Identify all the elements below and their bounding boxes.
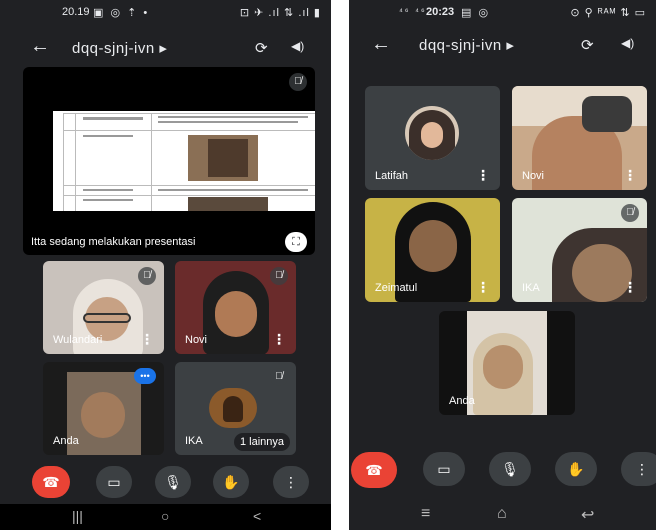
phone-hangup-icon: ☎: [365, 462, 383, 478]
mic-off-icon: 🎙̸: [621, 204, 639, 222]
status-bar: ⁴⁶ ⁴⁶ 20:23 ▤ ◎ ⊙ ⚲ ᴿᴬᴹ ⇅ ▭: [349, 0, 656, 24]
microphone-icon: 🎙: [501, 461, 519, 477]
more-options-icon[interactable]: ⋮: [140, 331, 154, 348]
participant-tile-latifah[interactable]: Latifah ⋮: [365, 86, 500, 190]
phone-screen-right: ⁴⁶ ⁴⁶ 20:23 ▤ ◎ ⊙ ⚲ ᴿᴬᴹ ⇅ ▭ ← dqq-sjnj-i…: [349, 0, 656, 530]
glasses: [83, 313, 131, 323]
mic-off-icon: 🎙̸: [138, 267, 156, 285]
fullscreen-icon[interactable]: ⛶: [285, 232, 307, 252]
home-icon[interactable]: ○: [161, 508, 169, 524]
participant-name: Wulandari: [53, 334, 103, 346]
shared-document: [23, 111, 315, 255]
hand-icon: ✋: [567, 461, 585, 477]
system-nav-bar: ||| ○ <: [0, 504, 331, 530]
participant-tile-zeimatul[interactable]: Zeimatul ⋮: [365, 198, 500, 302]
status-time: 20:23: [426, 6, 455, 18]
back-icon[interactable]: ↩: [581, 505, 594, 525]
end-call-button[interactable]: ☎: [32, 466, 70, 498]
presentation-caption: Itta sedang melakukan presentasi: [31, 236, 196, 248]
switch-camera-icon[interactable]: ⟳: [581, 36, 594, 54]
phone-hangup-icon: ☎: [42, 474, 60, 490]
others-count-chip[interactable]: 1 lainnya: [233, 433, 290, 451]
meeting-code[interactable]: dqq-sjnj-ivn ▸: [419, 36, 514, 54]
participant-name: IKA: [522, 282, 540, 294]
phone-screen-left: 20.19 ▣ ◎ ⇡ • ⊡ ✈ .ıl ⇅ .ıl ▮ ← dqq-sjnj…: [0, 0, 331, 530]
participant-name: Anda: [53, 435, 79, 447]
more-vert-icon: ⋮: [284, 474, 298, 490]
more-options-icon[interactable]: ⋮: [623, 279, 637, 296]
back-icon[interactable]: <: [253, 508, 261, 524]
participant-tile-novi[interactable]: Novi ⋮: [512, 86, 647, 190]
mic-off-icon: 🎙̸: [270, 368, 288, 386]
meeting-header: ← dqq-sjnj-ivn ▸ ⟳ ◀): [0, 26, 331, 66]
participant-name: Novi: [185, 334, 208, 346]
participant-tile-anda[interactable]: ••• Anda: [43, 362, 164, 455]
meeting-code[interactable]: dqq-sjnj-ivn ▸: [72, 39, 167, 57]
participant-tile-ika[interactable]: 🎙̸ IKA 1 lainnya: [175, 362, 296, 455]
avatar: [405, 106, 459, 160]
more-options-icon[interactable]: ⋮: [476, 279, 490, 296]
more-options-button[interactable]: ⋮: [273, 466, 309, 498]
participant-name: Anda: [449, 395, 475, 407]
status-time: 20.19: [62, 6, 90, 18]
participant-name: Zeimatul: [375, 282, 418, 294]
meeting-header: ← dqq-sjnj-ivn ▸ ⟳ ◀): [349, 24, 656, 64]
switch-camera-icon[interactable]: ⟳: [255, 39, 268, 57]
more-options-button[interactable]: ⋮: [621, 452, 656, 486]
speaker-icon[interactable]: ◀): [291, 39, 304, 53]
recent-apps-icon[interactable]: |||: [72, 508, 83, 524]
more-options-icon[interactable]: ⋮: [476, 167, 490, 184]
more-vert-icon: ⋮: [635, 461, 649, 477]
video-camera-icon: ▭: [107, 474, 121, 490]
more-options-icon[interactable]: ⋮: [272, 331, 286, 348]
end-call-button[interactable]: ☎: [351, 452, 397, 488]
raise-hand-button[interactable]: ✋: [213, 466, 249, 498]
status-bar: 20.19 ▣ ◎ ⇡ • ⊡ ✈ .ıl ⇅ .ıl ▮: [0, 0, 331, 24]
mic-toggle-button[interactable]: 🎙: [489, 452, 531, 486]
system-nav-bar: ≡ ⌂ ↩: [349, 502, 656, 530]
speaker-icon[interactable]: ◀): [621, 36, 634, 50]
signal-icons: ⁴⁶ ⁴⁶: [399, 6, 427, 16]
camera-toggle-button[interactable]: ▭: [423, 452, 465, 486]
mic-off-icon: 🎙̸: [289, 73, 307, 91]
participant-tile-ika[interactable]: 🎙̸ IKA ⋮: [512, 198, 647, 302]
hand-icon: ✋: [222, 474, 240, 490]
back-arrow-icon[interactable]: ←: [371, 34, 391, 54]
video-camera-icon: ▭: [437, 461, 451, 477]
microphone-icon: 🎙: [164, 474, 182, 490]
participant-tile-novi[interactable]: 🎙̸ Novi ⋮: [175, 261, 296, 354]
participant-tile-wulandari[interactable]: 🎙̸ Wulandari ⋮: [43, 261, 164, 354]
notification-icons: ▤ ◎: [461, 7, 491, 19]
participant-name: Latifah: [375, 170, 409, 182]
raise-hand-button[interactable]: ✋: [555, 452, 597, 486]
notification-icons: ▣ ◎ ⇡ •: [93, 7, 150, 19]
mic-toggle-button[interactable]: 🎙: [155, 466, 191, 498]
participant-name: Novi: [522, 170, 545, 182]
self-view-tile-anda[interactable]: Anda: [439, 311, 575, 415]
home-icon[interactable]: ⌂: [497, 505, 507, 523]
mic-off-icon: 🎙̸: [270, 267, 288, 285]
participant-name: IKA: [185, 435, 203, 447]
presentation-tile[interactable]: 🎙̸ Itta sedang melakukan presentasi ⛶: [23, 67, 315, 255]
back-arrow-icon[interactable]: ←: [30, 36, 50, 56]
system-icons: ⊙ ⚲ ᴿᴬᴹ ⇅ ▭: [570, 7, 646, 19]
camera-toggle-button[interactable]: ▭: [96, 466, 132, 498]
speaking-indicator-icon[interactable]: •••: [134, 368, 156, 384]
more-options-icon[interactable]: ⋮: [623, 167, 637, 184]
menu-icon[interactable]: ≡: [421, 505, 430, 523]
avatar: [209, 388, 257, 428]
system-icons: ⊡ ✈ .ıl ⇅ .ıl ▮: [239, 7, 321, 19]
